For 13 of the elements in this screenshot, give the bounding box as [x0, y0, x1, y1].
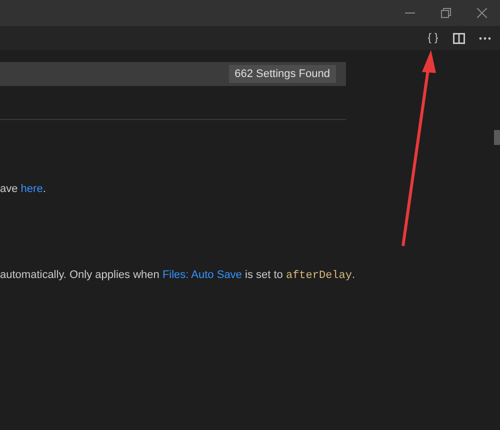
open-json-button[interactable]: { } — [422, 28, 444, 48]
close-icon[interactable] — [477, 8, 487, 18]
restore-icon[interactable] — [441, 8, 451, 18]
scrollbar-thumb[interactable] — [494, 130, 500, 145]
more-actions-icon[interactable] — [479, 36, 491, 40]
setting-description: automatically. Only applies when Files: Auto Save is set to afterDelay. — [0, 268, 356, 284]
settings-link[interactable]: here — [20, 183, 43, 195]
results-badge: 662 Settings Found — [228, 64, 336, 84]
setting-description: ave here. — [0, 182, 47, 197]
setting-value: afterDelay — [286, 270, 352, 282]
search-field[interactable]: 662 Settings Found — [0, 62, 346, 86]
split-editor-icon[interactable] — [453, 32, 465, 44]
settings-link[interactable]: Files: Auto Save — [162, 268, 242, 280]
